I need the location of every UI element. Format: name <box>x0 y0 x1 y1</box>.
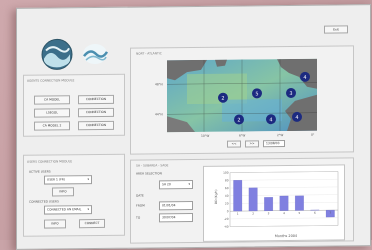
map-marker-label: 4 <box>303 75 306 81</box>
agents-connection-panel: AGENTS CONNECTION MODULE CA MODEL CONNEC… <box>23 74 125 137</box>
monthly-bar-chart: 100 80 60 40 20 0 -20 -40 1 2 3 4 5 6 7 DD (Kg/h) Mon… <box>203 164 345 241</box>
chart-ytick-label: 40 <box>225 194 229 198</box>
map-panel-title: NORT - ATLANTIC <box>136 51 162 55</box>
chart-ytick-label: 100 <box>223 171 229 175</box>
agent-model-button-1[interactable]: CA MODEL <box>34 95 70 104</box>
connected-users-info-button[interactable]: INFO <box>44 219 66 228</box>
chart-bar <box>249 188 257 211</box>
users-connection-panel: USERS CONNECTION MODULE ACTIVE USERS USE… <box>23 154 125 237</box>
wave-logo-icon <box>81 42 109 66</box>
from-label: FROM <box>136 204 145 208</box>
chart-ytick-label: 80 <box>225 178 229 182</box>
agent-connection-button-1[interactable]: CONNECTION <box>78 95 114 104</box>
lon-label-2w: 2°W <box>277 133 283 137</box>
area-select[interactable]: SA 20 ▾ <box>159 180 193 189</box>
chart-bar <box>280 196 288 211</box>
chart-bar <box>233 180 241 211</box>
connect-button[interactable]: CONNECT <box>79 219 105 228</box>
chart-ytick-label: 60 <box>225 186 229 190</box>
connected-users-select[interactable]: CONNECTED AN EMAIL ▾ <box>44 205 92 215</box>
exit-button[interactable]: Exit <box>324 25 348 33</box>
lat-label-44: 44°N <box>155 112 163 116</box>
chart-ylabel: DD (Kg/h) <box>214 189 218 204</box>
map-marker-label: 3 <box>289 91 292 97</box>
date-label: DATE <box>136 194 144 198</box>
chart-ytick-label: -40 <box>224 225 229 229</box>
chart-gridline <box>230 195 338 196</box>
area-analysis-panel: SA - SUBAREA - SAGE AREA SELECTION SA 20… <box>130 157 354 243</box>
chart-xtick-label: 7 <box>329 211 331 215</box>
to-label: TO <box>136 216 140 220</box>
chevron-down-icon: ▾ <box>188 181 190 188</box>
chart-gridline <box>230 171 338 172</box>
chart-xtick-label: 3 <box>268 211 270 215</box>
agent-connection-button-3[interactable]: CONNECTION <box>78 121 114 130</box>
connected-users-value: CONNECTED AN EMAIL <box>47 207 81 211</box>
lon-label-0: 0° <box>311 133 314 137</box>
atlantic-map: 4 2 5 3 2 4 4 <box>167 59 317 133</box>
map-marker-label: 5 <box>255 91 258 97</box>
chart-gridline <box>230 225 338 226</box>
map-panel: NORT - ATLANTIC <box>130 45 354 154</box>
map-next-button[interactable]: >> <box>245 140 259 147</box>
to-date-field[interactable]: 30/07/04 <box>159 213 193 222</box>
app-window: Exit AGENTS CONNECTION MODULE CA MODEL C… <box>16 4 371 250</box>
chart-bar <box>264 197 272 211</box>
area-selection-label: AREA SELECTION <box>136 171 162 175</box>
chart-xtick-label: 6 <box>314 211 316 215</box>
map-prev-button[interactable]: << <box>227 141 241 148</box>
active-users-select[interactable]: USER 1 (FR) ▾ <box>44 175 92 185</box>
chart-xtick-label: 1 <box>237 212 239 216</box>
agents-panel-title: AGENTS CONNECTION MODULE <box>27 78 74 82</box>
agent-connection-button-2[interactable]: CONNECTION <box>78 108 114 117</box>
chevron-down-icon: ▾ <box>87 206 89 213</box>
map-marker-label: 2 <box>237 118 240 124</box>
map-marker-label: 2 <box>221 96 224 102</box>
chevron-down-icon: ▾ <box>87 176 89 183</box>
chart-xlabel: Months 2004 <box>275 234 297 238</box>
lon-label-10w: 10°W <box>201 134 209 138</box>
chart-ytick-label: 0 <box>227 209 229 213</box>
connected-users-label: CONNECTED USERS <box>29 199 59 203</box>
chart-ytick-label: -20 <box>224 217 229 221</box>
chart-xtick-label: 5 <box>299 211 301 215</box>
chart-bar <box>295 196 303 211</box>
from-date-field[interactable]: 01/01/04 <box>159 201 193 210</box>
chart-gridline <box>230 187 338 188</box>
map-marker-label: 4 <box>295 115 298 121</box>
chart-xtick-label: 2 <box>252 211 254 215</box>
map-date-field[interactable]: 13/08/03 <box>263 140 285 147</box>
logo-panel <box>39 38 121 73</box>
chart-xtick-label: 4 <box>283 211 285 215</box>
active-users-value: USER 1 (FR) <box>47 177 65 181</box>
users-panel-title: USERS CONNECTION MODULE <box>27 159 72 163</box>
active-users-info-button[interactable]: INFO <box>52 187 74 196</box>
chart-gridline <box>230 179 338 180</box>
active-users-label: ACTIVE USERS <box>29 169 51 173</box>
agent-model-button-2[interactable]: LSEGOL <box>34 108 70 117</box>
map-marker-label: 4 <box>269 117 272 123</box>
area-panel-title: SA - SUBAREA - SAGE <box>136 163 168 167</box>
chart-ytick-label: 20 <box>225 201 229 205</box>
area-select-value: SA 20 <box>162 182 171 186</box>
agent-model-button-3[interactable]: CA MODEL 2 <box>34 121 70 130</box>
lon-label-6w: 6°W <box>239 133 245 137</box>
ocean-logo-icon <box>41 38 73 70</box>
chart-gridline <box>230 218 338 219</box>
lat-label-48: 48°N <box>155 82 163 86</box>
